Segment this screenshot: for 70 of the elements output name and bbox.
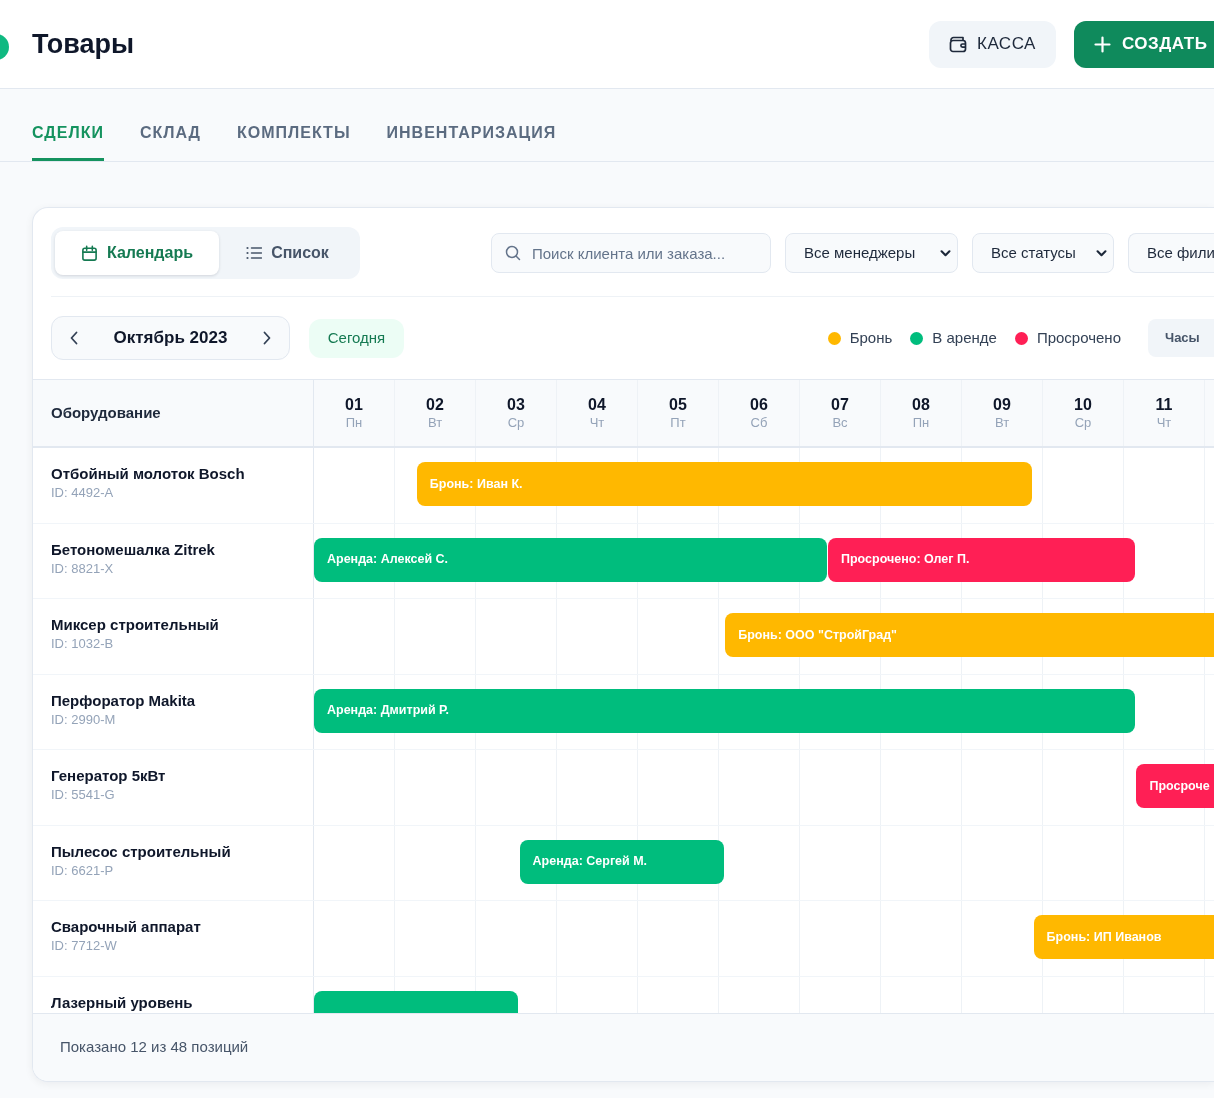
equipment-id: ID: 8821-X bbox=[51, 559, 115, 578]
day-weekday: Чт bbox=[1156, 415, 1172, 431]
day-weekday: Чт bbox=[589, 415, 605, 431]
filter-dropdown[interactable]: Все фили bbox=[1128, 233, 1214, 273]
chevron-left-icon[interactable] bbox=[70, 331, 78, 345]
month-label: Октябрь 2023 bbox=[113, 327, 228, 349]
list-view-button[interactable]: Список bbox=[219, 231, 356, 275]
day-number: 09 bbox=[993, 395, 1011, 415]
equipment-name: Лазерный уровень bbox=[51, 992, 194, 1013]
day-number: 08 bbox=[912, 395, 930, 415]
equipment-id: ID: 4492-A bbox=[51, 484, 115, 502]
day-number: 03 bbox=[507, 395, 525, 415]
equipment-id: ID: 6621-P bbox=[51, 861, 115, 880]
chevron-down-icon bbox=[1096, 249, 1107, 257]
plus-icon bbox=[1094, 35, 1111, 53]
search-icon bbox=[505, 245, 521, 261]
page-title: Товары bbox=[32, 28, 135, 60]
booking-bar[interactable]: Просроче bbox=[1136, 764, 1214, 808]
day-weekday: Ср bbox=[507, 415, 525, 431]
booking-bar[interactable]: Просрочено: Олег П. bbox=[828, 537, 1135, 582]
list-icon bbox=[246, 246, 263, 260]
equipment-name: Бетономешалка Zitrek bbox=[51, 539, 216, 560]
day-weekday: Пн bbox=[912, 415, 930, 431]
legend-label: Бронь bbox=[849, 328, 893, 348]
day-number: 06 bbox=[750, 395, 768, 415]
tab[interactable]: КОМПЛЕКТЫ bbox=[237, 123, 351, 161]
today-button[interactable]: Сегодня bbox=[309, 318, 404, 358]
equipment-id: ID: 2990-M bbox=[51, 710, 117, 729]
day-weekday: Пт bbox=[670, 415, 686, 431]
day-number: 05 bbox=[669, 395, 687, 415]
wallet-icon bbox=[948, 34, 968, 54]
equipment-name: Перфоратор Makita bbox=[51, 690, 197, 711]
logo-icon bbox=[0, 34, 9, 60]
create-button[interactable]: СОЗДАТЬ bbox=[1074, 20, 1214, 68]
day-number: 04 bbox=[588, 395, 606, 415]
tab[interactable]: СКЛАД bbox=[139, 123, 201, 161]
chevron-right-icon[interactable] bbox=[263, 331, 271, 345]
day-number: 01 bbox=[345, 395, 363, 415]
tab[interactable]: СДЕЛКИ bbox=[32, 123, 104, 161]
day-weekday: Ср bbox=[1074, 415, 1092, 431]
equipment-id: ID: 5541-G bbox=[51, 786, 116, 804]
equipment-id: ID: 7712-W bbox=[51, 937, 118, 955]
day-weekday: Сб bbox=[750, 415, 768, 431]
equipment-name: Генератор 5кВт bbox=[51, 766, 167, 786]
chevron-down-icon bbox=[940, 249, 951, 257]
column-header: Оборудование bbox=[51, 402, 161, 423]
day-weekday: Вт bbox=[994, 415, 1010, 431]
equipment-name: Отбойный молоток Bosch bbox=[51, 464, 246, 484]
legend-label: Просрочено bbox=[1036, 328, 1121, 348]
day-number: 07 bbox=[831, 395, 849, 415]
time-scale-button[interactable]: Часы bbox=[1148, 319, 1214, 357]
equipment-name: Сварочный аппарат bbox=[51, 917, 202, 937]
filter-dropdown[interactable]: Все менеджеры bbox=[785, 233, 958, 273]
tab[interactable]: ИНВЕНТАРИЗАЦИЯ bbox=[386, 123, 557, 161]
calendar-icon bbox=[80, 244, 98, 262]
item-count-text: Показано 12 из 48 позиций bbox=[60, 1037, 249, 1058]
equipment-name: Миксер строительный bbox=[51, 615, 220, 635]
day-weekday: Пн bbox=[345, 415, 363, 431]
day-weekday: Вс bbox=[832, 415, 848, 431]
filter-dropdown[interactable]: Все статусы bbox=[972, 233, 1114, 273]
day-weekday: Вт bbox=[427, 415, 443, 431]
calendar-view-button[interactable]: Календарь bbox=[55, 231, 219, 275]
day-number: 02 bbox=[426, 395, 444, 415]
search-field[interactable]: Поиск клиента или заказа... bbox=[491, 233, 771, 273]
equipment-id: ID: 1032-B bbox=[51, 635, 115, 653]
day-number: 11 bbox=[1155, 395, 1173, 415]
legend-label: В аренде bbox=[932, 328, 997, 348]
equipment-name: Пылесос строительный bbox=[51, 841, 232, 862]
cash-register-button[interactable]: КАССА bbox=[929, 20, 1056, 68]
day-number: 10 bbox=[1074, 395, 1092, 415]
